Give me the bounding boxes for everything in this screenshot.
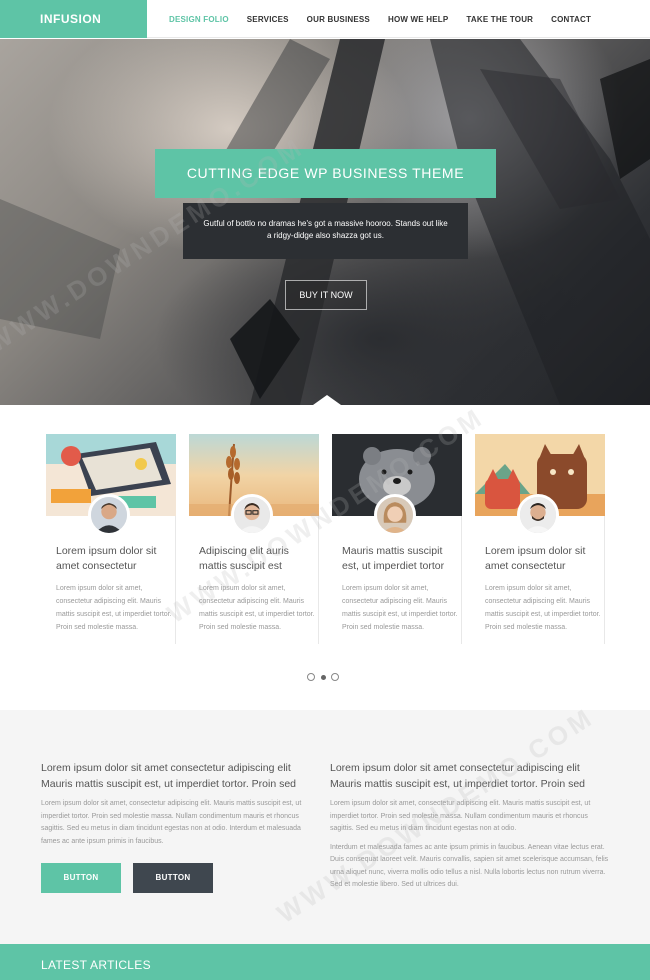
slider-pagination (303, 672, 353, 682)
column-heading: Lorem ipsum dolor sit amet consectetur a… (330, 762, 586, 790)
site-header: INFUSION DESIGN FOLIO SERVICES OUR BUSIN… (0, 0, 650, 38)
column-heading: Lorem ipsum dolor sit amet consectetur a… (41, 762, 297, 790)
nav-item-design-folio[interactable]: DESIGN FOLIO (169, 15, 229, 24)
feature-cards: Lorem ipsum dolor sit amet consectetur L… (46, 434, 606, 644)
nav-item-how-we-help[interactable]: HOW WE HELP (388, 15, 448, 24)
card-title[interactable]: Adipiscing elit auris mattis suscipit es… (199, 544, 317, 574)
main-nav: DESIGN FOLIO SERVICES OUR BUSINESS HOW W… (169, 0, 609, 38)
slider-dot-active[interactable] (321, 675, 326, 680)
card-title[interactable]: Mauris mattis suscipit est, ut imperdiet… (342, 544, 460, 574)
feature-card[interactable]: Lorem ipsum dolor sit amet consectetur L… (46, 434, 176, 644)
card-title[interactable]: Lorem ipsum dolor sit amet consectetur (485, 544, 603, 574)
secondary-button[interactable]: BUTTON (133, 863, 213, 893)
avatar (88, 494, 130, 536)
feature-card[interactable]: Adipiscing elit auris mattis suscipit es… (189, 434, 319, 644)
column-paragraph: Lorem ipsum dolor sit amet, consectetur … (41, 800, 302, 845)
card-title[interactable]: Lorem ipsum dolor sit amet consectetur (56, 544, 174, 574)
column-paragraph: Interdum et malesuada fames ac ante ipsu… (330, 843, 609, 889)
column-paragraph: Lorem ipsum dolor sit amet, consectetur … (330, 800, 591, 832)
content-column-left: Lorem ipsum dolor sit amet consectetur a… (41, 760, 321, 854)
card-text: Lorem ipsum dolor sit amet, consectetur … (56, 585, 172, 631)
avatar (517, 494, 559, 536)
site-logo[interactable]: INFUSION (0, 0, 147, 38)
feature-card[interactable]: Mauris mattis suscipit est, ut imperdiet… (332, 434, 462, 644)
card-text: Lorem ipsum dolor sit amet, consectetur … (199, 585, 315, 631)
nav-item-take-the-tour[interactable]: TAKE THE TOUR (466, 15, 533, 24)
slider-dot[interactable] (331, 673, 339, 681)
hero-description: Gutful of bottlo no dramas he's got a ma… (183, 203, 468, 259)
slider-dot[interactable] (307, 673, 315, 681)
latest-articles-header: LATEST ARTICLES (0, 944, 650, 980)
feature-card[interactable]: Lorem ipsum dolor sit amet consectetur L… (475, 434, 605, 644)
hero-banner: CUTTING EDGE WP BUSINESS THEME Gutful of… (0, 39, 650, 405)
avatar (231, 494, 273, 536)
card-text: Lorem ipsum dolor sit amet, consectetur … (342, 585, 458, 631)
primary-button[interactable]: BUTTON (41, 863, 121, 893)
content-section: Lorem ipsum dolor sit amet consectetur a… (0, 710, 650, 944)
nav-item-contact[interactable]: CONTACT (551, 15, 591, 24)
avatar (374, 494, 416, 536)
hero-notch (313, 395, 341, 405)
buy-it-now-button[interactable]: BUY IT NOW (285, 280, 367, 310)
nav-item-our-business[interactable]: OUR BUSINESS (307, 15, 370, 24)
nav-item-services[interactable]: SERVICES (247, 15, 289, 24)
card-text: Lorem ipsum dolor sit amet, consectetur … (485, 585, 601, 631)
hero-title: CUTTING EDGE WP BUSINESS THEME (155, 149, 496, 198)
content-column-right: Lorem ipsum dolor sit amet consectetur a… (330, 760, 610, 898)
